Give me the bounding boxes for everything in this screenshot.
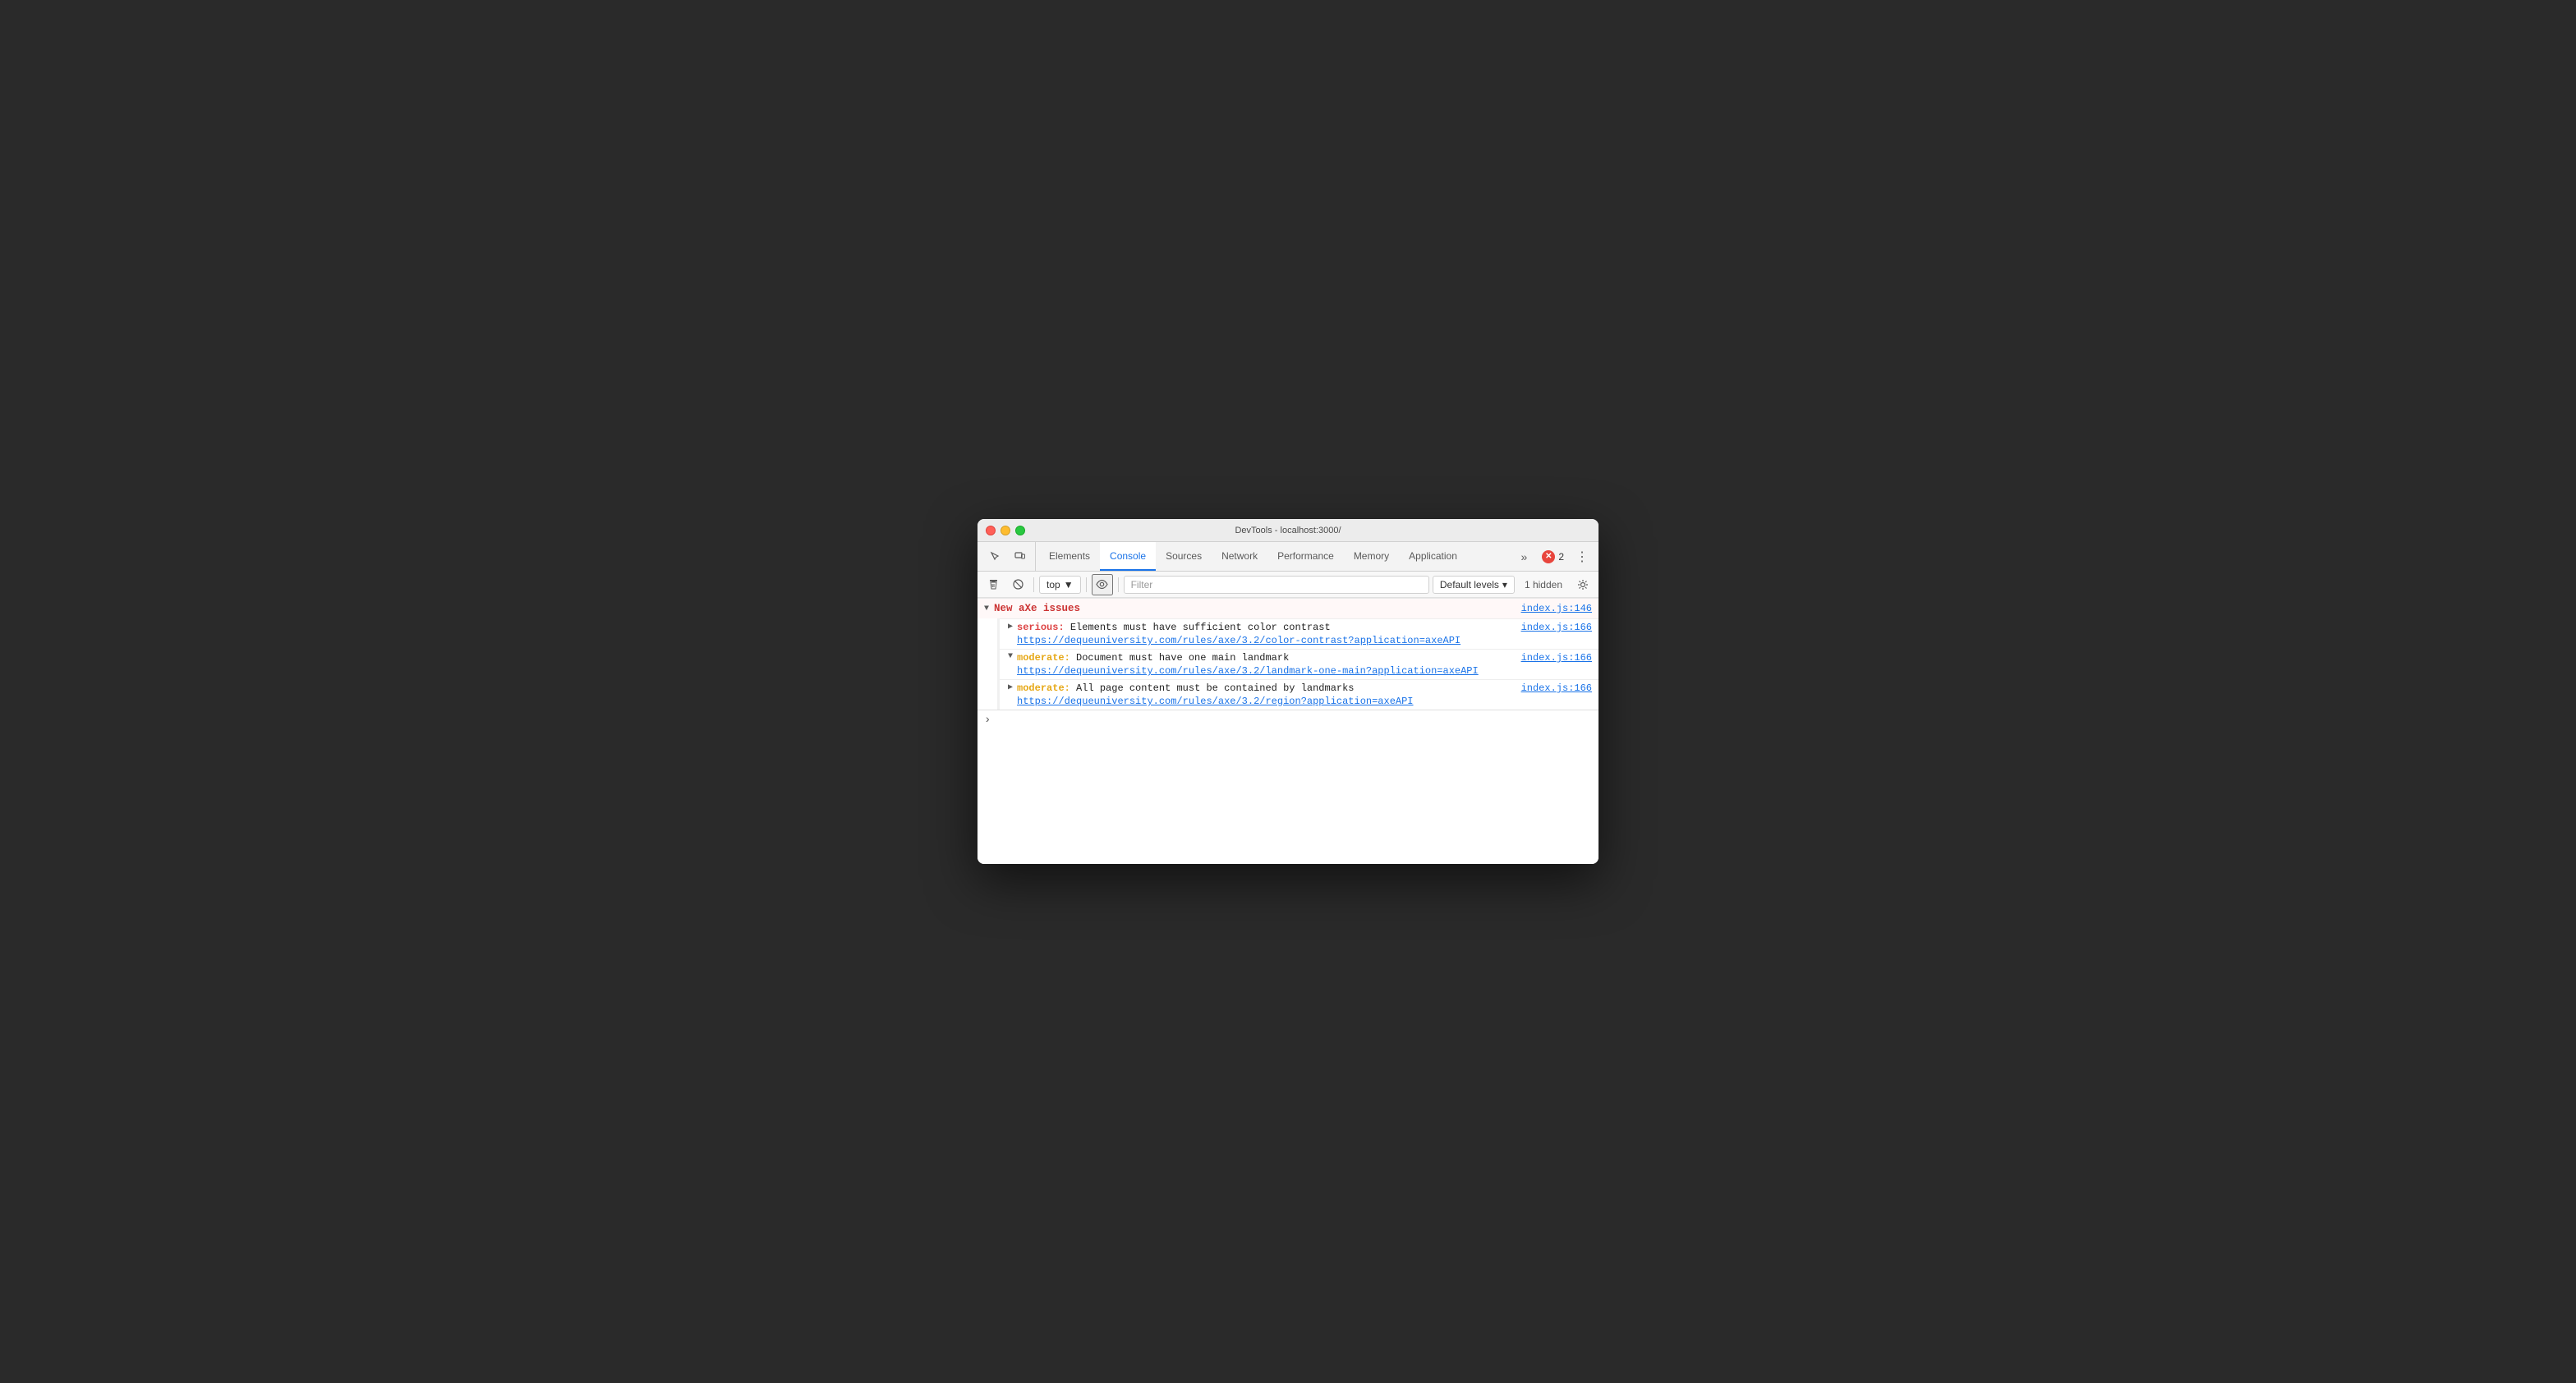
severity-serious: serious: (1017, 622, 1065, 633)
toolbar-icons (981, 542, 1036, 571)
issue-item-row-moderate-landmark[interactable]: ▼ moderate: Document must have one main … (1000, 649, 1598, 679)
title-bar: DevTools - localhost:3000/ (978, 519, 1598, 542)
kebab-menu-button[interactable]: ⋮ (1572, 547, 1592, 567)
issue-item-serious: ▶ serious: Elements must have sufficient… (997, 618, 1598, 649)
item-triangle-icon-2: ▼ (1008, 652, 1013, 661)
minimize-button[interactable] (1000, 526, 1010, 535)
sub-item-left-3: ▶ moderate: All page content must be con… (1008, 682, 1414, 707)
sub-item-left: ▶ serious: Elements must have sufficient… (1008, 622, 1460, 646)
context-select[interactable]: top ▼ (1039, 576, 1081, 594)
tab-elements[interactable]: Elements (1039, 542, 1100, 571)
clear-console-button[interactable] (982, 574, 1004, 595)
item-source-moderate-2[interactable]: index.js:166 (1521, 682, 1592, 694)
console-content: ▼ New aXe issues index.js:146 ▶ serious:… (978, 598, 1598, 864)
levels-arrow: ▾ (1502, 579, 1507, 590)
error-icon: ✕ (1542, 550, 1555, 563)
more-tabs-button[interactable]: » (1515, 542, 1534, 571)
item-text-block-3: moderate: All page content must be conta… (1017, 682, 1413, 707)
levels-select[interactable]: Default levels ▾ (1433, 576, 1515, 594)
item-text-block: serious: Elements must have sufficient c… (1017, 622, 1460, 646)
tab-list: Elements Console Sources Network Perform… (1039, 542, 1515, 571)
console-toolbar: top ▼ Default levels ▾ 1 hidden (978, 572, 1598, 598)
tab-console[interactable]: Console (1100, 542, 1156, 571)
console-prompt-icon: › (984, 714, 991, 727)
item-link-3[interactable]: https://dequeuniversity.com/rules/axe/3.… (1017, 696, 1413, 707)
item-main-text-2: moderate: Document must have one main la… (1017, 652, 1479, 664)
severity-moderate: moderate: (1017, 652, 1070, 664)
issue-group-header[interactable]: ▼ New aXe issues index.js:146 (978, 598, 1598, 618)
toolbar-divider-2 (1086, 577, 1087, 592)
tab-memory[interactable]: Memory (1344, 542, 1399, 571)
item-main-text: serious: Elements must have sufficient c… (1017, 622, 1460, 633)
item-message-2: Document must have one main landmark (1076, 652, 1289, 664)
inspect-element-button[interactable] (984, 545, 1007, 568)
close-button[interactable] (986, 526, 996, 535)
group-title: New aXe issues (994, 603, 1080, 614)
issue-item-moderate-landmark: ▼ moderate: Document must have one main … (997, 649, 1598, 679)
group-triangle-icon: ▼ (984, 604, 989, 613)
issue-item-row-moderate-region[interactable]: ▶ moderate: All page content must be con… (1000, 679, 1598, 710)
item-main-text-3: moderate: All page content must be conta… (1017, 682, 1413, 694)
tab-network[interactable]: Network (1212, 542, 1267, 571)
stop-errors-button[interactable] (1007, 574, 1028, 595)
eye-button[interactable] (1092, 574, 1113, 595)
tab-sources[interactable]: Sources (1156, 542, 1212, 571)
maximize-button[interactable] (1015, 526, 1025, 535)
traffic-lights (986, 526, 1025, 535)
error-count: 2 (1558, 551, 1564, 563)
console-input-row: › (978, 710, 1598, 730)
toolbar-right: ✕ 2 ⋮ (1534, 542, 1595, 571)
filter-input[interactable] (1124, 576, 1429, 594)
context-arrow: ▼ (1064, 579, 1074, 590)
window-title: DevTools - localhost:3000/ (1235, 526, 1341, 535)
item-message: Elements must have sufficient color cont… (1070, 622, 1331, 633)
item-triangle-icon-3: ▶ (1008, 682, 1013, 692)
item-message-3: All page content must be contained by la… (1076, 682, 1354, 694)
tab-toolbar: Elements Console Sources Network Perform… (978, 542, 1598, 572)
item-link-2[interactable]: https://dequeuniversity.com/rules/axe/3.… (1017, 665, 1479, 677)
hidden-count: 1 hidden (1518, 579, 1569, 590)
issue-item-row-serious[interactable]: ▶ serious: Elements must have sufficient… (1000, 618, 1598, 649)
item-triangle-icon: ▶ (1008, 622, 1013, 632)
toolbar-divider (1033, 577, 1034, 592)
device-toolbar-button[interactable] (1009, 545, 1032, 568)
severity-moderate-2: moderate: (1017, 682, 1070, 694)
tab-performance[interactable]: Performance (1267, 542, 1344, 571)
error-badge[interactable]: ✕ 2 (1537, 550, 1569, 563)
levels-label: Default levels (1440, 579, 1499, 590)
group-header-left: ▼ New aXe issues (984, 603, 1080, 614)
context-label: top (1046, 579, 1060, 590)
group-source[interactable]: index.js:146 (1521, 603, 1592, 614)
issue-item-moderate-region: ▶ moderate: All page content must be con… (997, 679, 1598, 710)
item-source-serious[interactable]: index.js:166 (1521, 622, 1592, 633)
tab-application[interactable]: Application (1399, 542, 1467, 571)
sub-item-left-2: ▼ moderate: Document must have one main … (1008, 652, 1479, 677)
item-text-block-2: moderate: Document must have one main la… (1017, 652, 1479, 677)
item-link[interactable]: https://dequeuniversity.com/rules/axe/3.… (1017, 635, 1460, 646)
settings-button[interactable] (1572, 574, 1594, 595)
item-source-moderate-1[interactable]: index.js:166 (1521, 652, 1592, 664)
toolbar-divider-3 (1118, 577, 1119, 592)
devtools-window: DevTools - localhost:3000/ Elements Cons (978, 519, 1598, 864)
console-input[interactable] (996, 714, 1592, 726)
